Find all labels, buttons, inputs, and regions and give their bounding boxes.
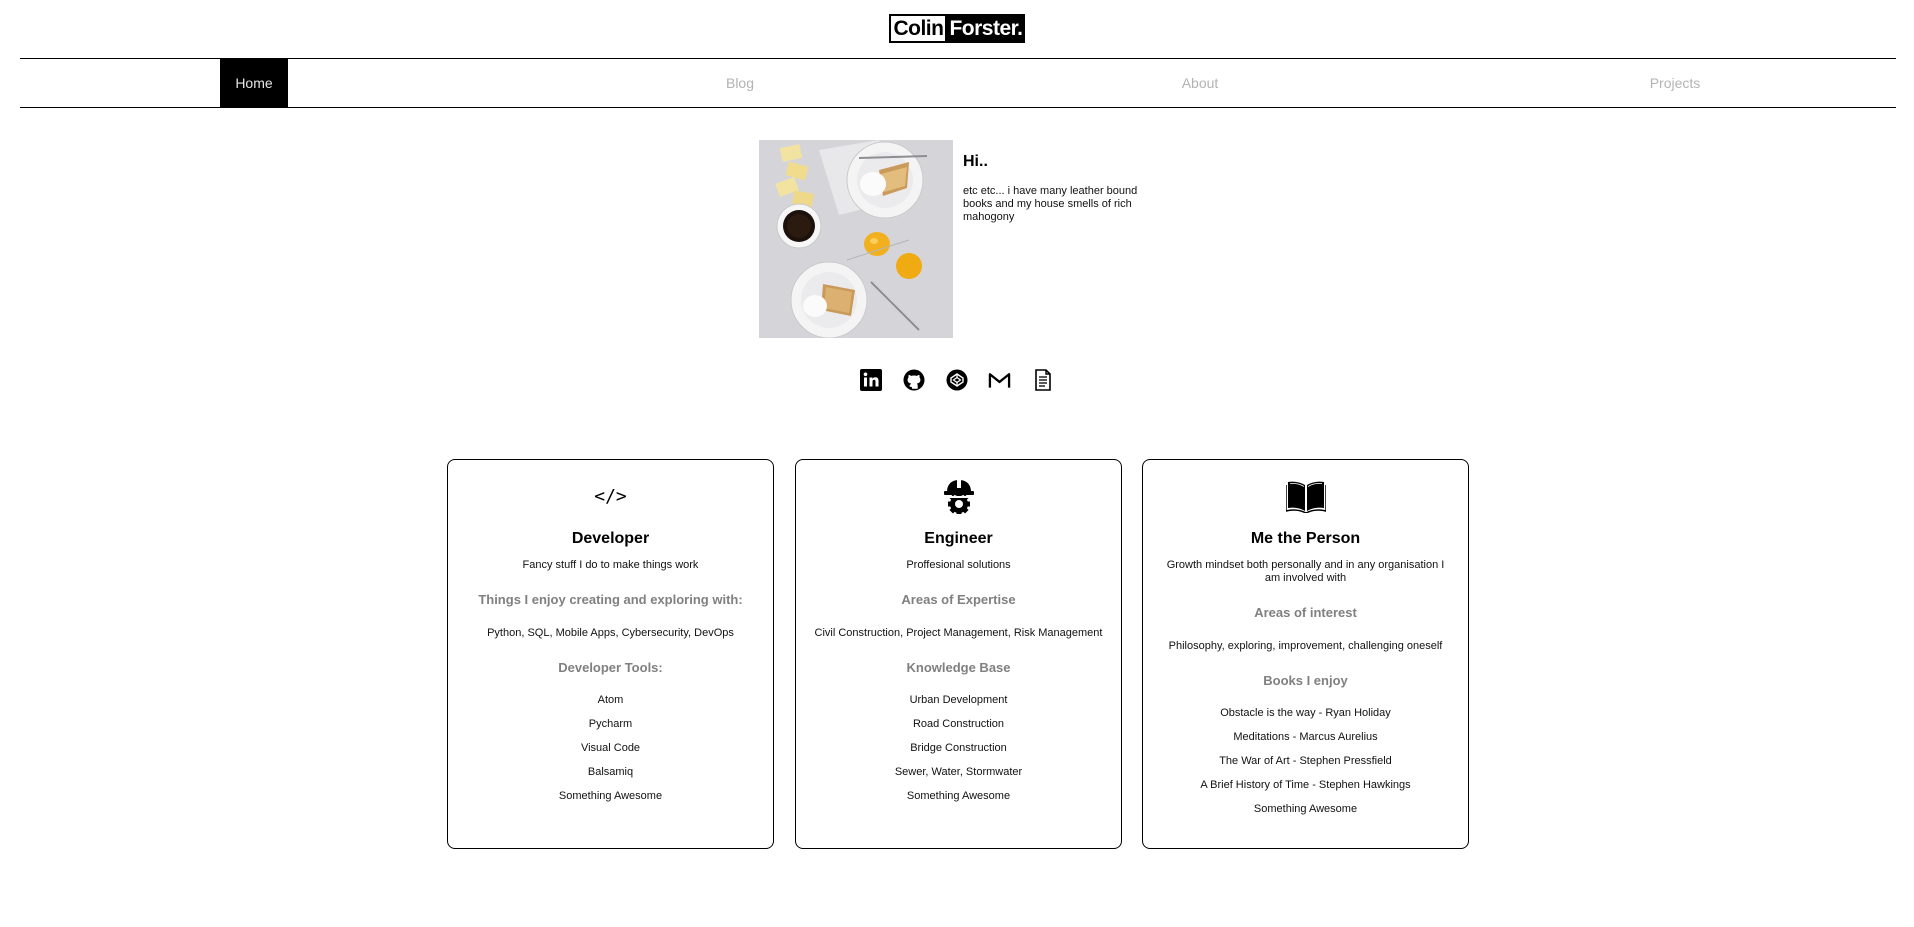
card-list: Obstacle is the way - Ryan Holiday Medit… — [1143, 707, 1468, 816]
card-section-heading: Knowledge Base — [906, 660, 1011, 675]
social-links — [859, 368, 1054, 391]
card-subtitle: Fancy stuff I do to make things work — [522, 559, 699, 571]
card-subtitle: Growth mindset both personally and in an… — [1166, 559, 1445, 584]
linkedin-icon[interactable] — [859, 368, 882, 391]
card-title: Me the Person — [1250, 530, 1361, 547]
card-section-heading: Areas of Expertise — [901, 592, 1016, 607]
open-book-icon — [1143, 476, 1468, 516]
card-interests: Python, SQL, Mobile Apps, Cybersecurity,… — [487, 627, 734, 639]
list-item: Balsamiq — [587, 766, 634, 778]
resume-icon[interactable] — [1031, 368, 1054, 391]
nav-item-projects[interactable]: Projects — [1610, 59, 1740, 107]
list-item: A Brief History of Time - Stephen Hawkin… — [1200, 779, 1411, 791]
developer-card: </> Developer Fancy stuff I do to make t… — [447, 459, 774, 849]
list-item: Obstacle is the way - Ryan Holiday — [1220, 707, 1391, 719]
list-item: Atom — [597, 694, 624, 706]
list-item: The War of Art - Stephen Pressfield — [1219, 755, 1392, 767]
site-logo[interactable]: Colin Forster. — [889, 14, 1025, 43]
logo-container: Colin Forster. — [0, 14, 1914, 43]
card-title: Developer — [571, 530, 650, 547]
logo-first-name: Colin — [889, 14, 948, 43]
list-item: Pycharm — [588, 718, 633, 730]
card-list: Atom Pycharm Visual Code Balsamiq Someth… — [448, 694, 773, 803]
profile-photo — [759, 140, 953, 338]
list-item: Visual Code — [580, 742, 641, 754]
card-interests: Philosophy, exploring, improvement, chal… — [1168, 640, 1443, 652]
engineer-card: Engineer Proffesional solutions Areas of… — [795, 459, 1122, 849]
main-nav: Home Blog About Projects — [20, 58, 1896, 108]
list-item: Something Awesome — [1253, 803, 1358, 815]
gmail-icon[interactable] — [988, 368, 1011, 391]
list-item: Road Construction — [912, 718, 1005, 730]
intro-heading: Hi.. — [963, 153, 988, 170]
nav-item-home[interactable]: Home — [220, 59, 288, 107]
list-item: Something Awesome — [906, 790, 1011, 802]
card-section-heading: Areas of interest — [1254, 605, 1357, 620]
card-subtitle: Proffesional solutions — [906, 559, 1011, 571]
logo-last-name: Forster. — [947, 14, 1025, 43]
card-section-heading: Books I enjoy — [1263, 673, 1348, 688]
card-interests: Civil Construction, Project Management, … — [814, 627, 1103, 639]
nav-item-blog[interactable]: Blog — [680, 59, 800, 107]
card-section-heading: Developer Tools: — [558, 660, 663, 675]
personal-card: Me the Person Growth mindset both person… — [1142, 459, 1469, 849]
card-section-heading: Things I enjoy creating and exploring wi… — [478, 592, 743, 607]
intro-bio: etc etc... i have many leather bound boo… — [963, 185, 1138, 223]
card-title: Engineer — [924, 530, 993, 547]
list-item: Something Awesome — [558, 790, 663, 802]
list-item: Bridge Construction — [910, 742, 1007, 754]
card-list: Urban Development Road Construction Brid… — [796, 694, 1121, 803]
codepen-icon[interactable] — [945, 368, 968, 391]
nav-item-about[interactable]: About — [1140, 59, 1260, 107]
code-icon: </> — [594, 485, 627, 507]
list-item: Meditations - Marcus Aurelius — [1233, 731, 1378, 743]
hardhat-gear-icon — [796, 476, 1121, 516]
list-item: Urban Development — [909, 694, 1008, 706]
github-icon[interactable] — [902, 368, 925, 391]
list-item: Sewer, Water, Stormwater — [894, 766, 1023, 778]
